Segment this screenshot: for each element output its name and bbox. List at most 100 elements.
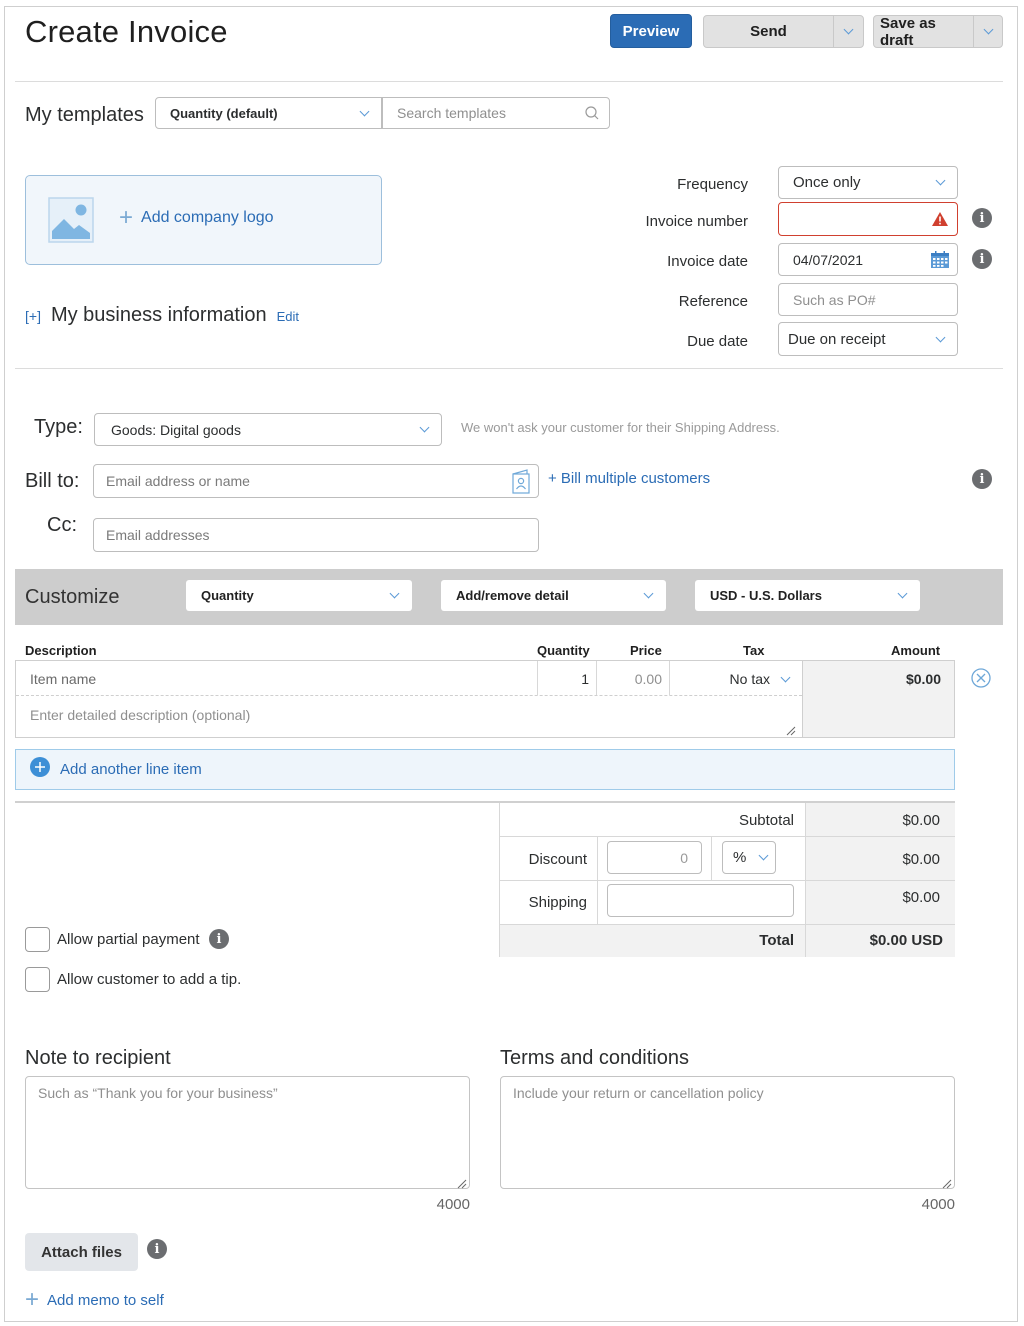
cc-label: Cc: (47, 514, 77, 536)
invoice-date-input[interactable]: 04/07/2021 (778, 243, 958, 276)
preview-button[interactable]: Preview (610, 14, 692, 48)
reference-placeholder: Such as PO# (793, 291, 876, 308)
chevron-down-icon (770, 672, 800, 682)
remove-line-item-icon[interactable] (970, 667, 992, 689)
header-amount: Amount (891, 643, 941, 658)
reference-input[interactable]: Such as PO# (778, 283, 958, 316)
price-input[interactable]: 0.00 (597, 671, 662, 687)
frequency-value: Once only (793, 174, 861, 191)
chevron-down-icon (843, 24, 854, 35)
divider (15, 81, 1003, 82)
save-draft-split-button: Save as draft (873, 15, 1003, 48)
totals-divider (500, 880, 955, 881)
send-options-toggle[interactable] (833, 16, 863, 47)
expand-business-info-toggle[interactable]: [+] (25, 308, 41, 324)
partial-payment-checkbox[interactable] (25, 927, 50, 952)
tax-value: No tax (729, 671, 770, 687)
note-textarea[interactable]: Such as “Thank you for your business” (25, 1076, 470, 1189)
item-name-input[interactable]: Item name (30, 671, 530, 687)
invoice-number-info-icon[interactable]: i (972, 208, 992, 228)
shipping-input[interactable] (607, 884, 794, 917)
note-char-counter: 4000 (436, 1196, 470, 1213)
save-options-toggle[interactable] (973, 16, 1002, 47)
template-search-placeholder: Search templates (397, 105, 506, 121)
attach-files-info-icon[interactable]: i (147, 1239, 167, 1259)
chevron-down-icon (884, 588, 920, 599)
add-line-item-button[interactable]: Add another line item (15, 749, 955, 790)
header-price: Price (630, 643, 662, 658)
save-draft-button[interactable]: Save as draft (874, 16, 973, 47)
type-hint: We won't ask your customer for their Shi… (461, 420, 780, 435)
add-memo-link[interactable]: + Add memo to self (25, 1288, 164, 1312)
business-info-label: My business information (50, 304, 267, 326)
frequency-select[interactable]: Once only (778, 166, 958, 199)
item-description-input[interactable]: Enter detailed description (optional) (30, 707, 780, 723)
resize-handle-icon[interactable] (457, 1176, 467, 1189)
invoice-number-input[interactable] (778, 202, 958, 236)
business-info-row: [+] My business information Edit (25, 304, 299, 327)
detail-select[interactable]: Add/remove detail (441, 580, 666, 611)
calendar-icon[interactable] (923, 250, 957, 269)
attach-files-button[interactable]: Attach files (25, 1233, 138, 1271)
chevron-down-icon (376, 588, 412, 599)
chevron-down-icon (347, 106, 381, 116)
type-select[interactable]: Goods: Digital goods (94, 413, 442, 446)
bill-multiple-customers-link[interactable]: + Bill multiple customers (548, 470, 710, 487)
quantity-mode-select[interactable]: Quantity (186, 580, 412, 611)
partial-payment-info-icon[interactable]: i (209, 929, 229, 949)
detail-value: Add/remove detail (456, 588, 569, 603)
divider (15, 368, 1003, 369)
amount-value: $0.00 (905, 671, 941, 687)
bill-to-input[interactable]: Email address or name (93, 464, 539, 498)
type-label: Type: (34, 416, 83, 438)
invoice-date-value: 04/07/2021 (793, 251, 864, 268)
frequency-label: Frequency (677, 176, 748, 193)
bill-to-info-icon[interactable]: i (972, 469, 992, 489)
image-placeholder-icon (48, 197, 94, 243)
discount-unit-select[interactable]: % (722, 841, 776, 874)
due-date-value: Due on receipt (788, 330, 886, 348)
tip-checkbox[interactable] (25, 967, 50, 992)
invoice-date-label: Invoice date (667, 253, 748, 270)
invoice-date-info-icon[interactable]: i (972, 249, 992, 269)
resize-handle-icon[interactable] (942, 1176, 952, 1189)
cc-input[interactable]: Email addresses (93, 518, 539, 552)
add-logo-link[interactable]: + Add company logo (119, 206, 274, 230)
terms-title: Terms and conditions (500, 1047, 689, 1069)
template-search-input[interactable]: Search templates (382, 97, 610, 129)
add-line-item-label: Add another line item (60, 761, 202, 778)
due-date-label: Due date (687, 333, 748, 350)
tip-label: Allow customer to add a tip. (57, 971, 242, 988)
due-date-select[interactable]: Due on receipt (778, 322, 958, 356)
edit-business-info-link[interactable]: Edit (277, 309, 299, 324)
invoice-number-label: Invoice number (645, 213, 748, 230)
chevron-down-icon (983, 24, 993, 35)
template-select[interactable]: Quantity (default) (155, 97, 382, 129)
discount-value: $0.00 (902, 851, 940, 868)
discount-label: Discount (528, 851, 587, 868)
templates-label: My templates (25, 104, 144, 126)
plus-circle-icon (30, 757, 50, 782)
chevron-down-icon (923, 332, 957, 342)
currency-select[interactable]: USD - U.S. Dollars (695, 580, 920, 611)
quantity-input[interactable]: 1 (538, 671, 589, 687)
terms-placeholder: Include your return or cancellation poli… (513, 1085, 764, 1101)
partial-payment-label: Allow partial payment (57, 931, 200, 948)
totals-divider (500, 836, 955, 837)
warning-icon (923, 211, 957, 227)
add-logo-label: Add company logo (141, 209, 274, 226)
discount-unit-value: % (733, 849, 747, 866)
discount-input[interactable]: 0 (607, 841, 702, 874)
terms-textarea[interactable]: Include your return or cancellation poli… (500, 1076, 955, 1189)
tax-select[interactable]: No tax (670, 668, 800, 690)
column-divider (711, 837, 712, 880)
contacts-book-icon[interactable] (504, 468, 538, 494)
subtotal-value: $0.00 (902, 812, 940, 829)
search-icon[interactable] (575, 105, 609, 121)
resize-handle-icon[interactable] (786, 723, 796, 736)
add-memo-label: Add memo to self (47, 1291, 164, 1309)
shipping-value: $0.00 (902, 889, 940, 906)
send-button[interactable]: Send (704, 16, 833, 47)
total-label: Total (759, 932, 794, 949)
add-logo-dropzone[interactable]: + Add company logo (25, 175, 382, 265)
